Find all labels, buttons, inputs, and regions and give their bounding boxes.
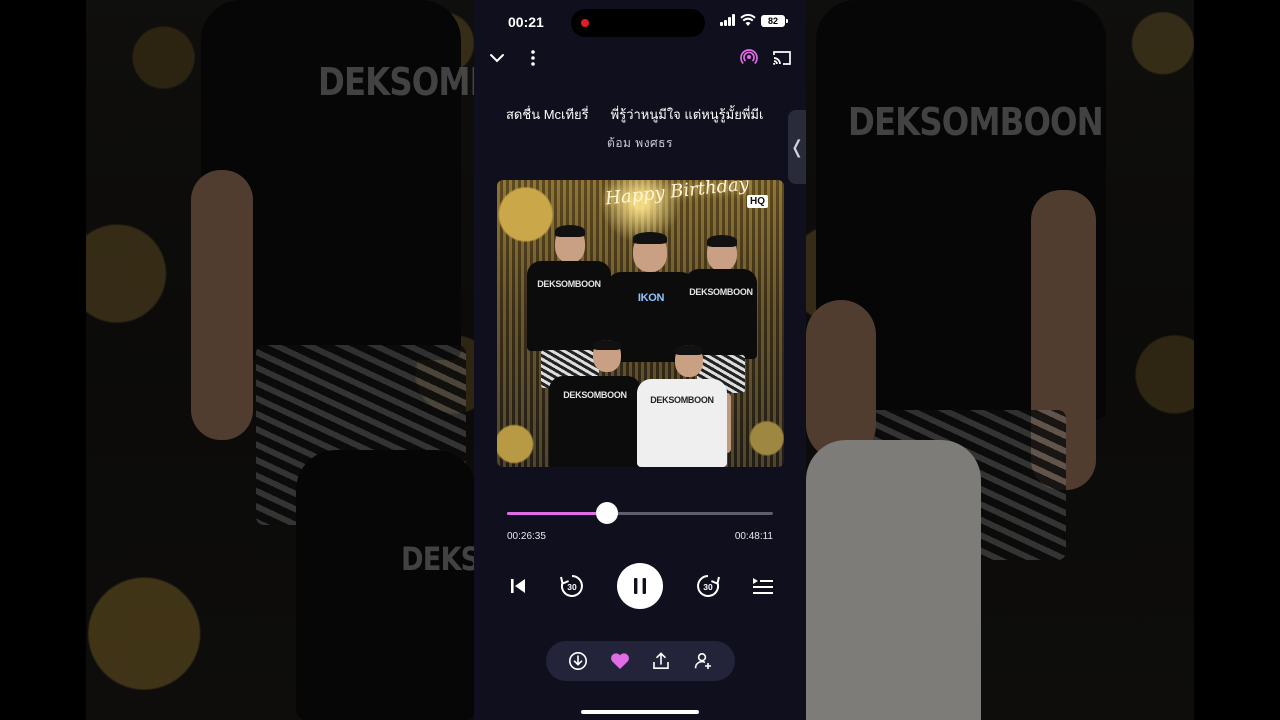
background-blur-left: DEKSOMBOON DEKSOMBOON xyxy=(86,0,474,720)
album-artwork: Happy Birthday HQ DEKSOMBOON IKON DEKSOM… xyxy=(497,180,784,467)
download-button[interactable] xyxy=(566,649,590,673)
previous-track-button[interactable] xyxy=(506,568,530,604)
svg-text:30: 30 xyxy=(703,582,713,592)
dynamic-island xyxy=(571,9,705,37)
cellular-signal-icon xyxy=(720,14,736,26)
forward-30-icon: 30 xyxy=(697,575,720,597)
heart-icon xyxy=(611,653,629,669)
share-icon xyxy=(653,652,669,669)
rewind-30-button[interactable]: 30 xyxy=(558,568,586,604)
stage: DEKSOMBOON DEKSOMBOON DEKSOMBOON 00:21 xyxy=(0,0,1280,720)
add-user-icon xyxy=(694,652,711,669)
artwork-person: DEKSOMBOON xyxy=(549,340,641,467)
quality-badge: HQ xyxy=(747,195,768,208)
forward-30-button[interactable]: 30 xyxy=(694,568,722,604)
cast-icon xyxy=(773,51,791,65)
track-title-part: สดชื่น Mcเทียรี่ xyxy=(506,107,589,122)
home-indicator[interactable] xyxy=(581,710,699,714)
podcast-button[interactable] xyxy=(736,45,762,71)
cast-button[interactable] xyxy=(769,45,795,71)
download-icon xyxy=(569,652,587,670)
status-time: 00:21 xyxy=(508,14,544,30)
queue-icon xyxy=(753,578,773,594)
seek-progress-fill xyxy=(507,512,608,515)
background-blur-right: DEKSOMBOON xyxy=(806,0,1194,720)
side-panel-chevron-icon: ❬ xyxy=(789,136,805,157)
share-button[interactable] xyxy=(649,649,673,673)
track-title-part: พี่รู้ว่าหนูมีใจ แต่หนูรู้มั้ยพี่มีเ xyxy=(610,107,764,122)
recording-indicator-icon xyxy=(581,19,589,27)
rewind-30-icon: 30 xyxy=(560,575,583,597)
wifi-icon xyxy=(740,13,756,26)
elapsed-time: 00:26:35 xyxy=(507,531,546,542)
queue-button[interactable] xyxy=(750,568,776,604)
chevron-down-icon xyxy=(490,54,504,63)
artwork-person: DEKSOMBOON xyxy=(637,345,727,467)
more-vertical-icon xyxy=(531,50,535,66)
like-button[interactable] xyxy=(608,649,632,673)
svg-text:30: 30 xyxy=(567,582,577,592)
pause-icon xyxy=(634,578,646,594)
seek-thumb[interactable] xyxy=(596,502,619,524)
collapse-player-button[interactable] xyxy=(484,45,510,71)
music-player-screen: 00:21 82 สดชื่น Mcเทียรี่ พี่รู้ว่าหนูมี… xyxy=(474,0,806,720)
action-pill xyxy=(546,641,735,681)
side-panel-tab[interactable]: ❬ xyxy=(788,110,806,184)
skip-previous-icon xyxy=(511,579,525,593)
pause-button[interactable] xyxy=(617,563,663,609)
podcast-icon xyxy=(740,49,758,65)
seek-bar[interactable] xyxy=(507,502,773,524)
track-title-marquee: สดชื่น Mcเทียรี่ พี่รู้ว่าหนูมีใจ แต่หนูร… xyxy=(506,104,776,124)
total-duration: 00:48:11 xyxy=(734,531,773,542)
status-bar: 00:21 82 xyxy=(474,0,806,44)
follow-artist-button[interactable] xyxy=(691,649,715,673)
battery-indicator: 82 xyxy=(761,15,788,27)
more-options-button[interactable] xyxy=(520,45,546,71)
artwork-neon-sign: Happy Birthday xyxy=(604,180,750,210)
track-artist: ต้อม พงศธร xyxy=(607,136,673,150)
